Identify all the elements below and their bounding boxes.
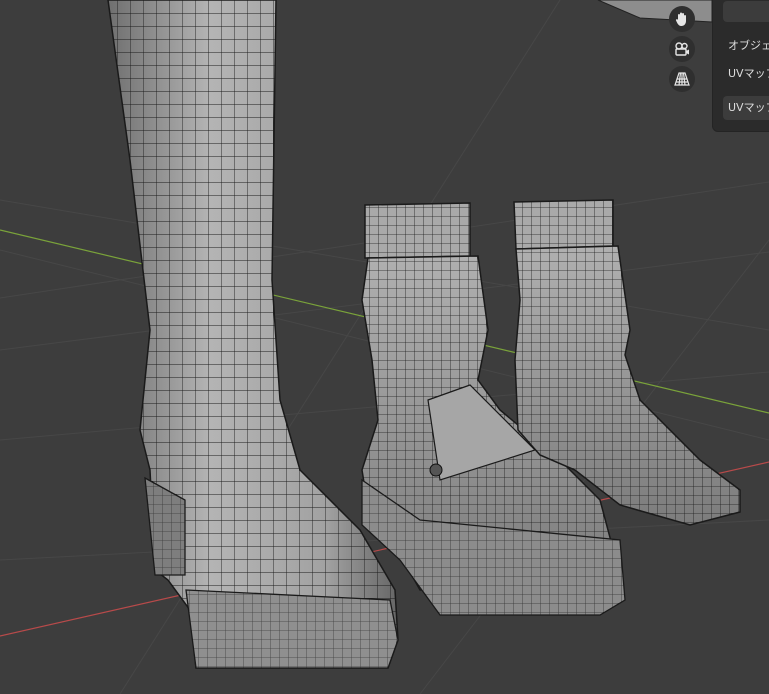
properties-panel: オブジェ UVマップ UVマップ <box>712 0 769 132</box>
3d-viewport[interactable] <box>0 0 769 694</box>
camera-view-button[interactable] <box>669 36 695 62</box>
hand-icon <box>675 12 686 26</box>
panel-top-field[interactable] <box>723 1 769 22</box>
pan-view-button[interactable] <box>669 6 695 32</box>
uvmap-field-2[interactable]: UVマップ <box>723 96 769 120</box>
perspective-toggle-button[interactable] <box>669 66 695 92</box>
camera-icon <box>675 42 689 56</box>
grid-icon <box>674 72 690 86</box>
object-label: オブジェ <box>728 39 769 52</box>
uvmap-label-1: UVマップ <box>728 67 769 80</box>
tall-boot-mesh <box>107 0 399 669</box>
